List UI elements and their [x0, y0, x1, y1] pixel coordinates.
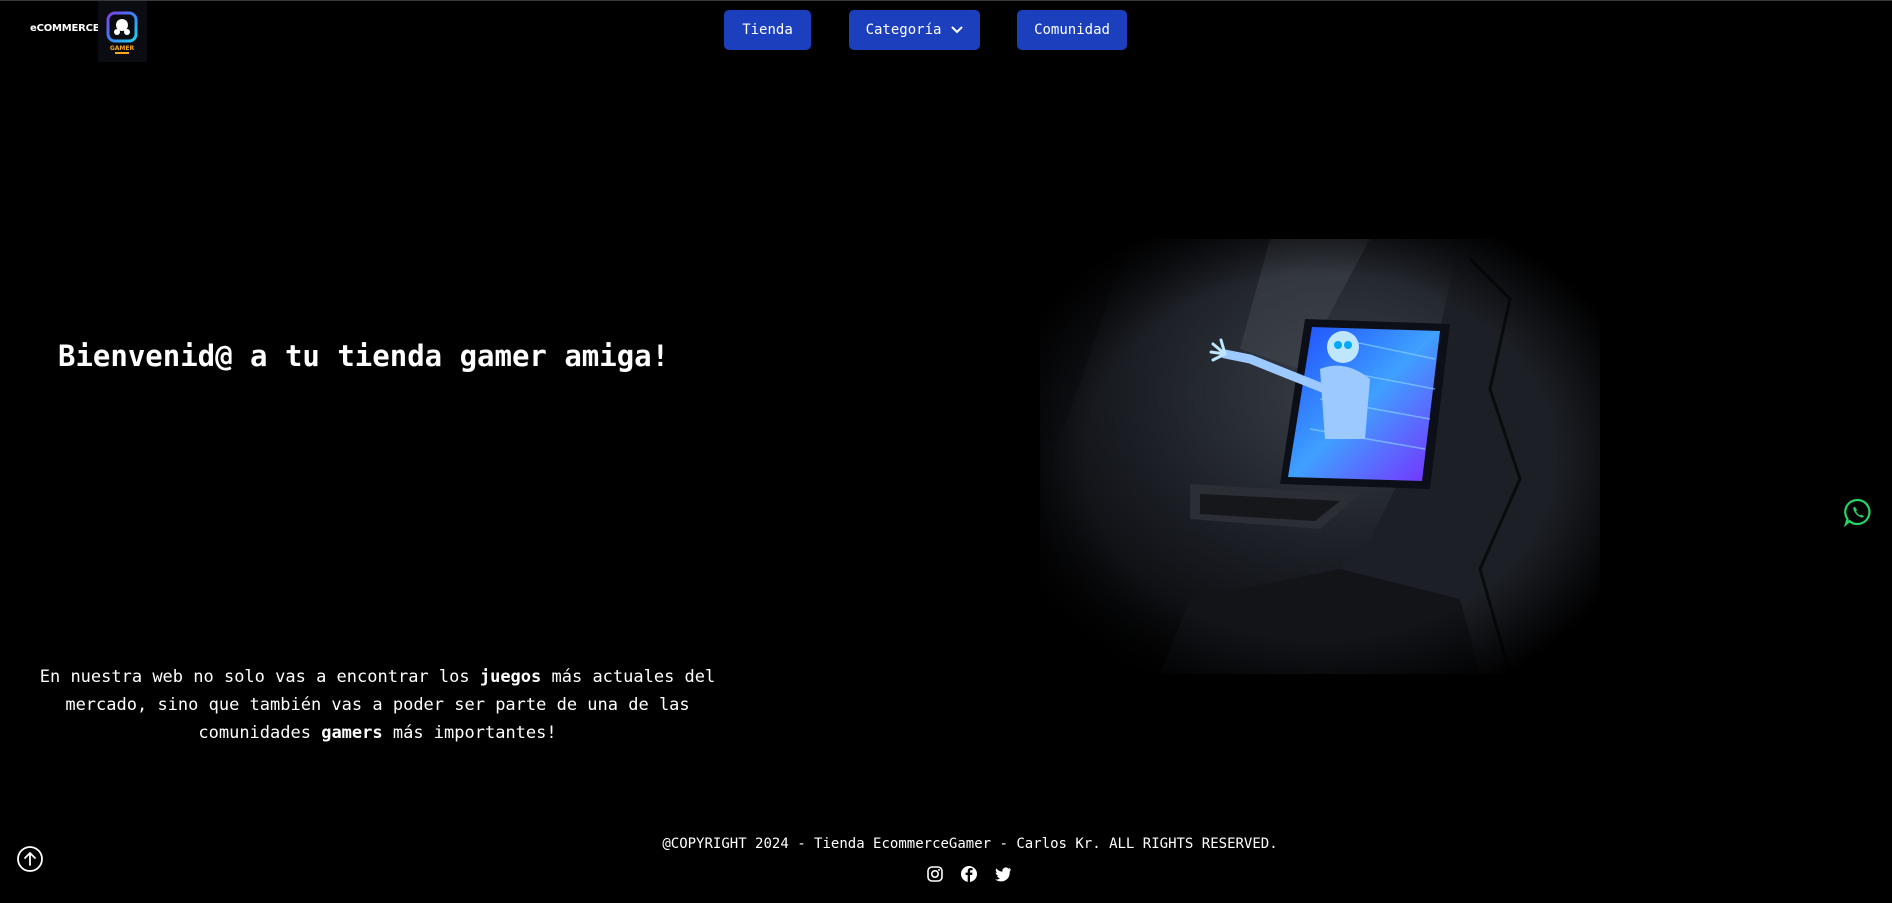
hero-description: En nuestra web no solo vas a encontrar l…: [10, 663, 745, 747]
hero-desc-bold-gamers: gamers: [321, 723, 383, 743]
nav-comunidad-button[interactable]: Comunidad: [1017, 10, 1127, 50]
hero-desc-bold-juegos: juegos: [479, 667, 542, 687]
twitter-icon[interactable]: [994, 865, 1012, 883]
gamepad-logo-icon[interactable]: GAMER: [98, 1, 147, 62]
hero-title: Bienvenid@ a tu tienda gamer amiga!: [58, 339, 670, 373]
svg-text:GAMER: GAMER: [110, 45, 135, 52]
brand-text[interactable]: eCOMMERCE: [30, 23, 100, 34]
nav-tienda-button[interactable]: Tienda: [724, 10, 811, 50]
hero-desc-text-3: más importantes!: [382, 723, 557, 743]
hero-desc-text-1: En nuestra web no solo vas a encontrar l…: [39, 667, 480, 687]
chevron-down-icon: [951, 26, 963, 34]
robot-laptop-image: [1040, 239, 1600, 674]
whatsapp-icon[interactable]: [1843, 497, 1873, 528]
instagram-icon[interactable]: [926, 865, 944, 883]
social-links: [926, 865, 1012, 883]
nav-categoria-dropdown[interactable]: Categoría: [849, 10, 980, 50]
nav-comunidad-label: Comunidad: [1034, 22, 1110, 38]
copyright-text: @COPYRIGHT 2024 - Tienda EcommerceGamer …: [662, 836, 1278, 852]
nav-tienda-label: Tienda: [742, 22, 793, 38]
facebook-icon[interactable]: [960, 865, 978, 883]
nav-categoria-label: Categoría: [865, 22, 942, 38]
top-border: [0, 0, 1892, 1]
